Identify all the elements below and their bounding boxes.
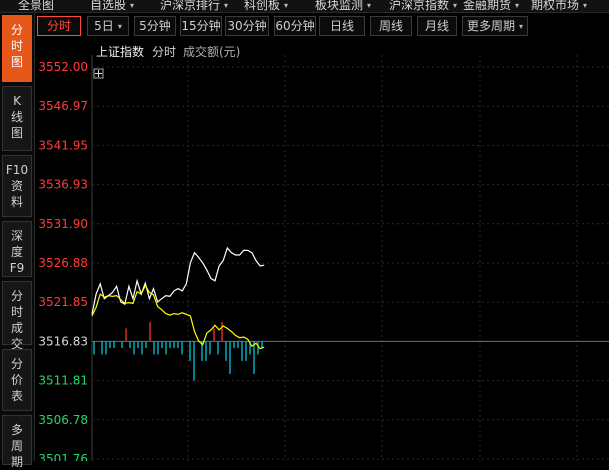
chart-mode: 分时 (152, 45, 176, 59)
y-tick-label: 3516.83 (38, 334, 88, 348)
y-tick-label: 3541.95 (38, 138, 88, 152)
y-tick-label: 3552.00 (38, 60, 88, 74)
y-tick-label: 3521.85 (38, 295, 88, 309)
volume-label: 成交额(元) (183, 44, 240, 59)
y-tick-label: 3526.88 (38, 256, 88, 270)
volume-bars (93, 321, 263, 381)
y-tick-label: 3501.76 (38, 452, 88, 461)
y-tick-label: 3506.78 (38, 413, 88, 427)
chart-header: 上证指数 分时 成交额(元) (93, 44, 240, 79)
intraday-chart[interactable]: 3552.00 3546.97 3541.95 3536.93 3531.90 3526.… (0, 0, 609, 461)
index-name: 上证指数 (96, 44, 144, 59)
y-tick-label: 3546.97 (38, 99, 88, 113)
price-line (91, 246, 265, 315)
y-tick-label: 3531.90 (38, 217, 88, 231)
chart-grid (91, 55, 609, 461)
y-tick-label: 3511.81 (38, 374, 88, 388)
crosshair-icon (93, 68, 104, 79)
average-price-line (91, 284, 265, 350)
y-axis-labels: 3552.00 3546.97 3541.95 3536.93 3531.90 3526.… (38, 60, 88, 461)
y-tick-label: 3536.93 (38, 178, 88, 192)
